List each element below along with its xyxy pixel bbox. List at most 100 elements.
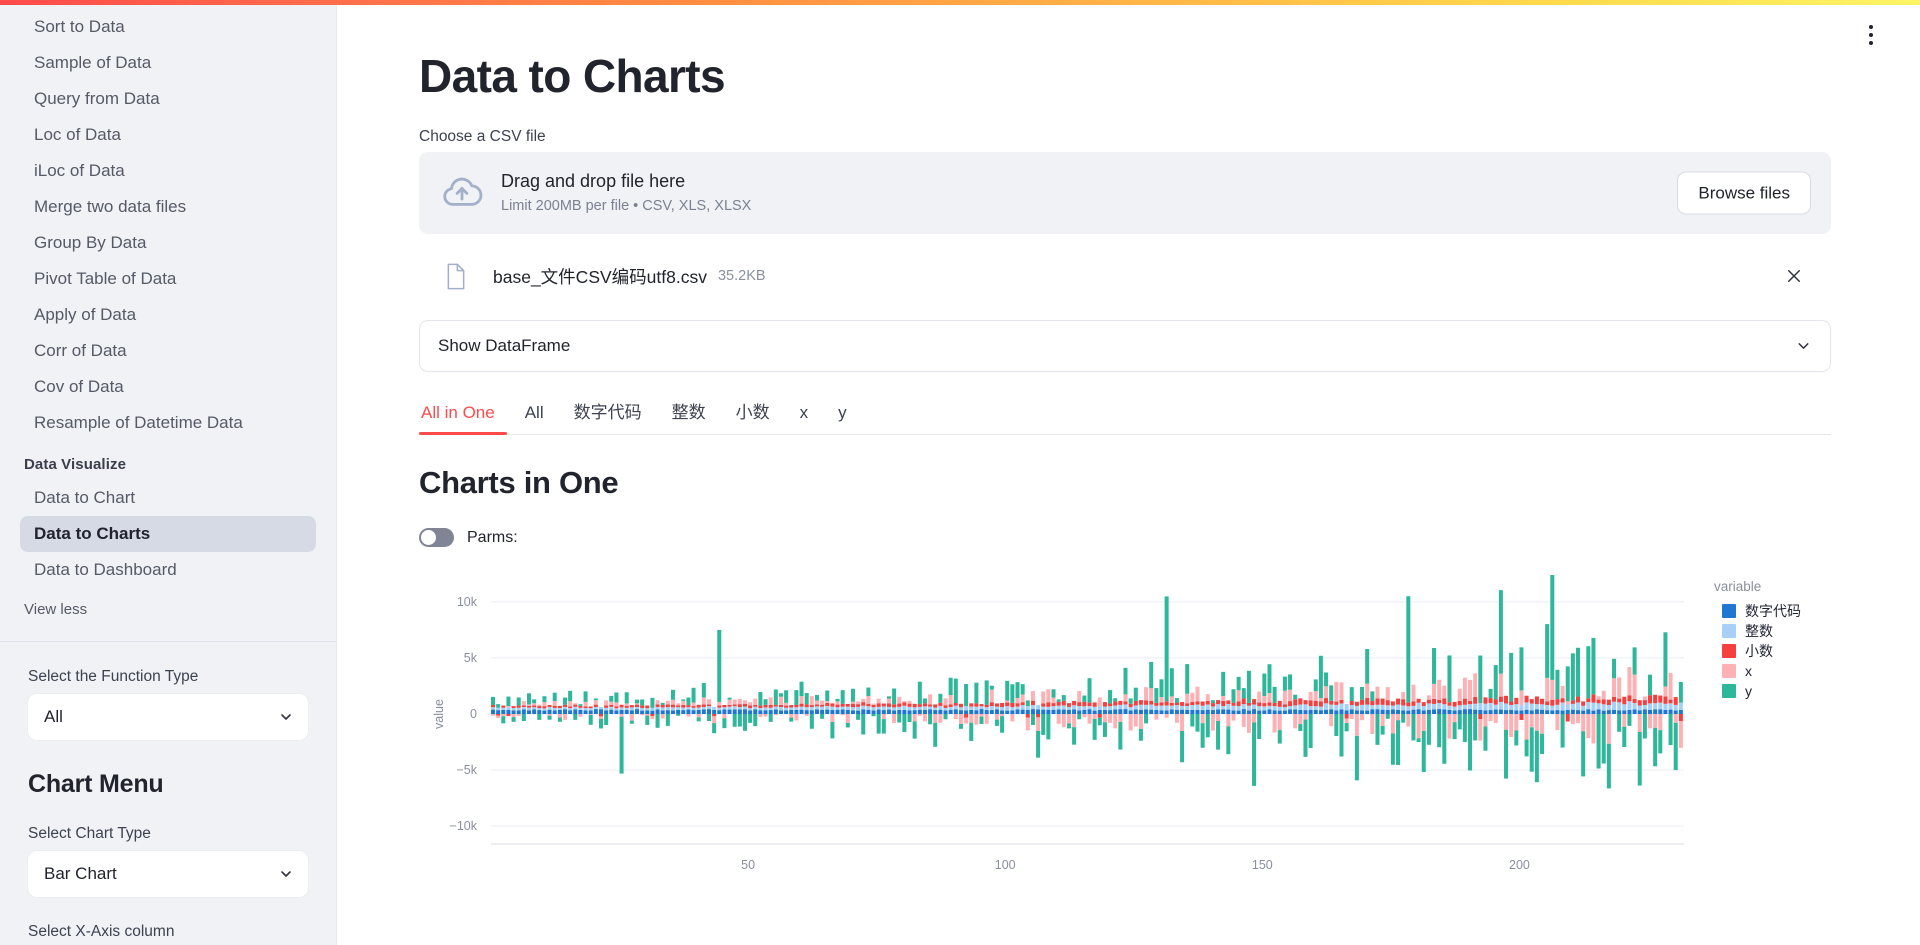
dropzone-texts: Drag and drop file here Limit 200MB per … <box>501 169 751 217</box>
sidebar-item-loc-of-data[interactable]: Loc of Data <box>20 117 316 153</box>
page-title: Data to Charts <box>419 50 726 102</box>
legend-item[interactable]: x <box>1712 661 1801 680</box>
sidebar-item-data-to-charts[interactable]: Data to Charts <box>20 516 316 552</box>
function-type-label: Select the Function Type <box>28 668 199 685</box>
svg-text:−10k: −10k <box>450 819 478 833</box>
function-type-select[interactable]: All <box>28 694 308 740</box>
sidebar-item-resample-of-datetime-data[interactable]: Resample of Datetime Data <box>20 405 316 441</box>
sidebar-item-label: Pivot Table of Data <box>34 269 177 288</box>
tab-all[interactable]: All <box>523 403 546 434</box>
legend-item[interactable]: 小数 <box>1712 641 1801 660</box>
svg-text:0: 0 <box>470 707 477 721</box>
legend-swatch-icon <box>1722 683 1736 698</box>
svg-text:10k: 10k <box>457 595 478 609</box>
sidebar-item-label: Data to Chart <box>34 488 136 507</box>
sidebar-item-apply-of-data[interactable]: Apply of Data <box>20 297 316 333</box>
file-dropzone[interactable]: Drag and drop file here Limit 200MB per … <box>419 152 1831 234</box>
sidebar-item-corr-of-data[interactable]: Corr of Data <box>20 333 316 369</box>
sidebar-item-label: Sample of Data <box>34 53 152 72</box>
kebab-dot-icon <box>1869 25 1873 29</box>
sidebar-item-merge-two-data-files[interactable]: Merge two data files <box>20 189 316 225</box>
legend-label: 小数 <box>1745 642 1773 659</box>
tab-bar: All in One All 数字代码 整数 小数 x y <box>419 398 1831 435</box>
tab-y[interactable]: y <box>836 403 849 434</box>
svg-text:−5k: −5k <box>456 763 477 777</box>
app-root: Sort to Data Sample of Data Query from Dat… <box>0 0 1920 945</box>
dropzone-title: Drag and drop file here <box>501 171 686 191</box>
legend-label: 数字代码 <box>1745 602 1801 619</box>
toggle-knob <box>421 530 436 545</box>
sidebar-item-label: Data to Charts <box>34 524 151 543</box>
sidebar-item-data-to-dashboard[interactable]: Data to Dashboard <box>20 552 316 588</box>
show-dataframe-label: Show DataFrame <box>438 336 571 355</box>
legend-title: variable <box>1714 579 1762 594</box>
sidebar-item-iloc-of-data[interactable]: iLoc of Data <box>20 153 316 189</box>
main-content: Data to Charts Choose a CSV file Drag an… <box>337 0 1920 945</box>
chevron-down-icon <box>281 871 291 877</box>
uploaded-file-name: base_文件CSV编码utf8.csv <box>493 266 707 287</box>
legend-swatch-icon <box>1722 603 1736 618</box>
sidebar-item-label: Loc of Data <box>34 125 121 144</box>
kebab-dot-icon <box>1869 33 1873 37</box>
show-dataframe-expander[interactable]: Show DataFrame <box>419 320 1831 372</box>
legend-swatch-icon <box>1722 663 1736 678</box>
chart-type-value: Bar Chart <box>44 864 117 883</box>
chevron-down-icon <box>281 714 291 720</box>
legend-swatch-icon <box>1722 623 1736 638</box>
x-axis-column-label: Select X-Axis column <box>28 923 175 940</box>
sidebar-view-less[interactable]: View less <box>20 594 316 625</box>
legend-item[interactable]: 数字代码 <box>1712 601 1801 620</box>
function-type-value: All <box>44 707 63 726</box>
legend-label: x <box>1745 662 1752 679</box>
top-accent-bar <box>0 0 1920 5</box>
chevron-down-icon <box>1798 343 1809 349</box>
chart-legend: variable 数字代码整数小数 x y <box>1712 579 1801 701</box>
sidebar: Sort to Data Sample of Data Query from Dat… <box>0 0 337 945</box>
sidebar-divider <box>0 641 336 642</box>
sidebar-item-sort-to-data[interactable]: Sort to Data <box>20 9 316 45</box>
chart-menu-heading: Chart Menu <box>28 770 164 798</box>
content-column: Data to Charts Choose a CSV file Drag an… <box>337 48 1920 925</box>
svg-text:50: 50 <box>741 858 755 872</box>
chart-type-select[interactable]: Bar Chart <box>28 851 308 897</box>
sidebar-item-cov-of-data[interactable]: Cov of Data <box>20 369 316 405</box>
parms-toggle-row: Parms: <box>419 528 1920 547</box>
svg-text:200: 200 <box>1509 858 1530 872</box>
sidebar-item-label: Query from Data <box>34 89 160 108</box>
legend-item[interactable]: 整数 <box>1712 621 1801 640</box>
svg-text:value: value <box>432 699 446 729</box>
close-icon[interactable] <box>1785 267 1803 285</box>
file-icon <box>447 263 465 289</box>
sidebar-item-label: iLoc of Data <box>34 161 125 180</box>
sidebar-item-query-from-data[interactable]: Query from Data <box>20 81 316 117</box>
legend-item[interactable]: y <box>1712 681 1801 700</box>
sidebar-item-group-by-data[interactable]: Group By Data <box>20 225 316 261</box>
legend-label: y <box>1745 682 1752 699</box>
sidebar-nav-visualize: Data to Chart Data to Charts Data to Dashb… <box>0 480 336 588</box>
charts-in-one-chart: −10k −5k 0 5k 10k value 50 100 150 200 variable 数… <box>419 575 1831 925</box>
sidebar-section-data-visualize: Data Visualize <box>24 456 127 473</box>
tab-x[interactable]: x <box>798 403 811 434</box>
tab-小数[interactable]: 小数 <box>734 398 772 434</box>
cloud-upload-icon <box>443 177 483 206</box>
sidebar-item-data-to-chart[interactable]: Data to Chart <box>20 480 316 516</box>
sidebar-item-label: Resample of Datetime Data <box>34 413 243 432</box>
tab-数字代码[interactable]: 数字代码 <box>572 398 644 434</box>
parms-toggle[interactable] <box>419 528 454 547</box>
legend-items: 数字代码整数小数 x y <box>1712 601 1801 700</box>
svg-text:5k: 5k <box>464 651 478 665</box>
sidebar-item-sample-of-data[interactable]: Sample of Data <box>20 45 316 81</box>
parms-label: Parms: <box>467 528 518 546</box>
section-title: Charts in One <box>419 465 619 500</box>
tab-整数[interactable]: 整数 <box>670 398 708 434</box>
overflow-menu-button[interactable] <box>1860 22 1882 48</box>
sidebar-item-label: Data to Dashboard <box>34 560 177 579</box>
svg-text:150: 150 <box>1252 858 1273 872</box>
uploaded-file-row: base_文件CSV编码utf8.csv 35.2KB <box>419 250 1831 302</box>
sidebar-item-pivot-table-of-data[interactable]: Pivot Table of Data <box>20 261 316 297</box>
tab-all-in-one[interactable]: All in One <box>419 403 497 434</box>
dropzone-subtitle: Limit 200MB per file • CSV, XLS, XLSX <box>501 198 752 214</box>
kebab-dot-icon <box>1869 41 1873 45</box>
browse-files-button[interactable]: Browse files <box>1677 171 1811 215</box>
csv-file-label: Choose a CSV file <box>419 128 546 145</box>
